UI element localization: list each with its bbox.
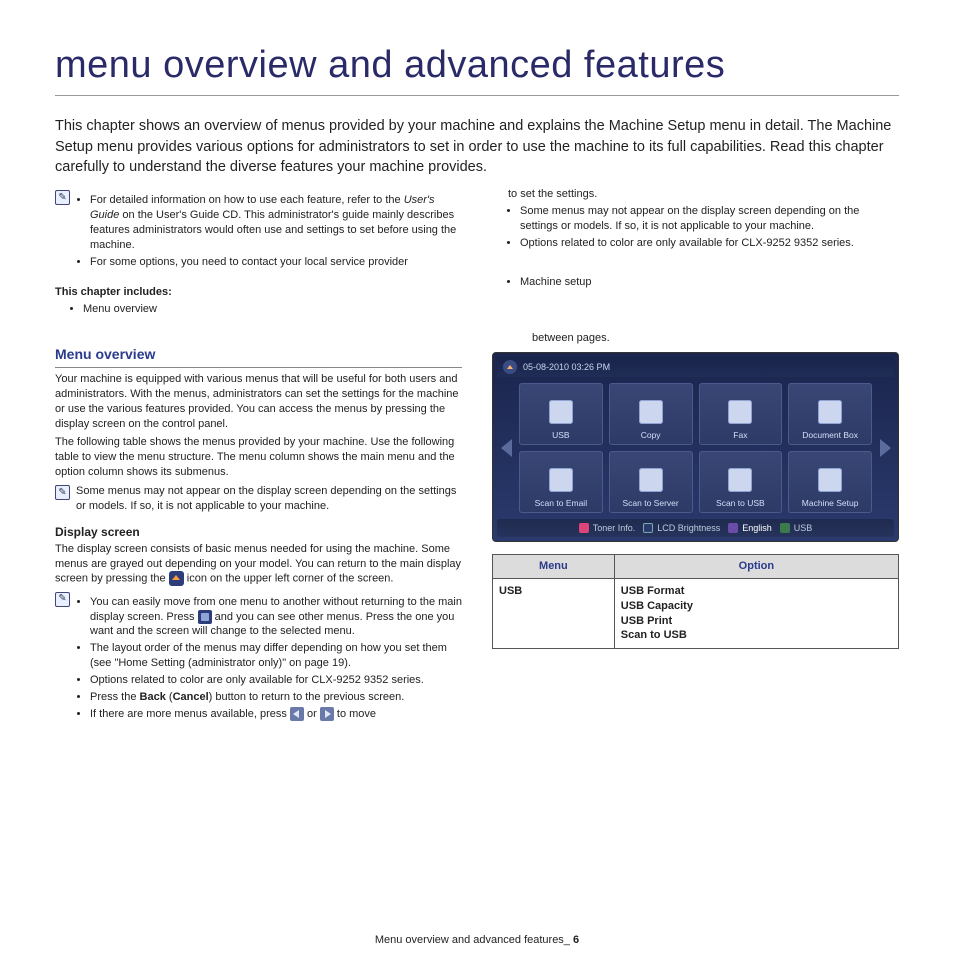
device-tile-label: Scan to Email: [535, 498, 587, 509]
ds-bullet: The layout order of the menus may differ…: [90, 641, 462, 671]
table-head-menu: Menu: [493, 555, 615, 579]
display-screen-heading: Display screen: [55, 524, 462, 540]
device-timestamp: 05-08-2010 03:26 PM: [523, 361, 610, 373]
menu-overview-p2: The following table shows the menus prov…: [55, 435, 462, 480]
note-icon: ✎: [55, 485, 70, 500]
note-text: Some menus may not appear on the display…: [520, 204, 899, 234]
table-cell-menu: USB: [493, 578, 615, 648]
device-home-icon[interactable]: [503, 360, 517, 374]
note-text: on the User's Guide CD. This administrat…: [90, 209, 456, 251]
table-cell-options: USB Format USB Capacity USB Print Scan t…: [614, 578, 898, 648]
device-tile-icon: [818, 400, 842, 424]
table-row: USB USB Format USB Capacity USB Print Sc…: [493, 578, 899, 648]
note-text: For some options, you need to contact yo…: [90, 255, 462, 270]
device-nav-right[interactable]: [876, 418, 894, 478]
device-screenshot: 05-08-2010 03:26 PM USB Copy Fax Document B…: [492, 352, 899, 542]
includes-item: Menu overview: [83, 302, 462, 317]
device-tile-icon: [728, 468, 752, 492]
includes-item: Machine setup: [520, 275, 899, 290]
status-toner[interactable]: Toner Info.: [579, 522, 636, 534]
status-usb[interactable]: USB: [780, 522, 813, 534]
between-pages: between pages.: [492, 331, 899, 346]
device-tile-icon: [639, 400, 663, 424]
menu-overview-heading: Menu overview: [55, 345, 462, 368]
device-tile[interactable]: Machine Setup: [788, 451, 872, 513]
arrow-left-icon: [290, 707, 304, 721]
device-nav-left[interactable]: [497, 418, 515, 478]
display-screen-p1: The display screen consists of basic men…: [55, 542, 462, 587]
status-lcd[interactable]: LCD Brightness: [643, 522, 720, 534]
note-text: Options related to color are only availa…: [520, 236, 899, 251]
device-tile-label: Fax: [733, 430, 747, 441]
device-tile-label: USB: [552, 430, 569, 441]
device-tile-icon: [818, 468, 842, 492]
press-icon: [198, 610, 212, 624]
menu-overview-p1: Your machine is equipped with various me…: [55, 372, 462, 431]
device-tile-label: Scan to USB: [716, 498, 765, 509]
status-language[interactable]: English: [728, 522, 772, 534]
device-tile[interactable]: USB: [519, 383, 603, 445]
top-notes: ✎ For detailed information on how to use…: [55, 185, 899, 323]
device-tile-label: Scan to Server: [623, 498, 679, 509]
device-tile[interactable]: Scan to Server: [609, 451, 693, 513]
device-tile-icon: [549, 468, 573, 492]
device-tile[interactable]: Scan to USB: [699, 451, 783, 513]
device-tile[interactable]: Fax: [699, 383, 783, 445]
menu-overview-note: Some menus may not appear on the display…: [76, 484, 462, 514]
menu-table: Menu Option USB USB Format USB Capacity …: [492, 554, 899, 649]
device-tile-icon: [728, 400, 752, 424]
ds-bullet: Press the Back (Cancel) button to return…: [90, 690, 462, 705]
page-title: menu overview and advanced features: [55, 40, 899, 96]
device-tile[interactable]: Copy: [609, 383, 693, 445]
includes-heading: This chapter includes:: [55, 285, 462, 300]
chapter-intro: This chapter shows an overview of menus …: [55, 116, 899, 177]
ds-bullet: If there are more menus available, press…: [90, 707, 462, 722]
table-head-option: Option: [614, 555, 898, 579]
note-icon: ✎: [55, 592, 70, 607]
device-tile-icon: [549, 400, 573, 424]
note-icon: ✎: [55, 190, 70, 205]
device-tile[interactable]: Document Box: [788, 383, 872, 445]
page-footer: Menu overview and advanced features_ 6: [55, 933, 899, 948]
ds-bullet: Options related to color are only availa…: [90, 673, 462, 688]
device-tile[interactable]: Scan to Email: [519, 451, 603, 513]
home-icon: [169, 571, 184, 586]
ds-bullet: You can easily move from one menu to ano…: [90, 595, 462, 640]
note-text: For detailed information on how to use e…: [90, 194, 404, 206]
arrow-right-icon: [320, 707, 334, 721]
device-tile-label: Copy: [641, 430, 661, 441]
note-continuation: to set the settings.: [508, 187, 899, 202]
device-tile-label: Machine Setup: [802, 498, 859, 509]
device-tile-icon: [639, 468, 663, 492]
device-tile-label: Document Box: [802, 430, 858, 441]
